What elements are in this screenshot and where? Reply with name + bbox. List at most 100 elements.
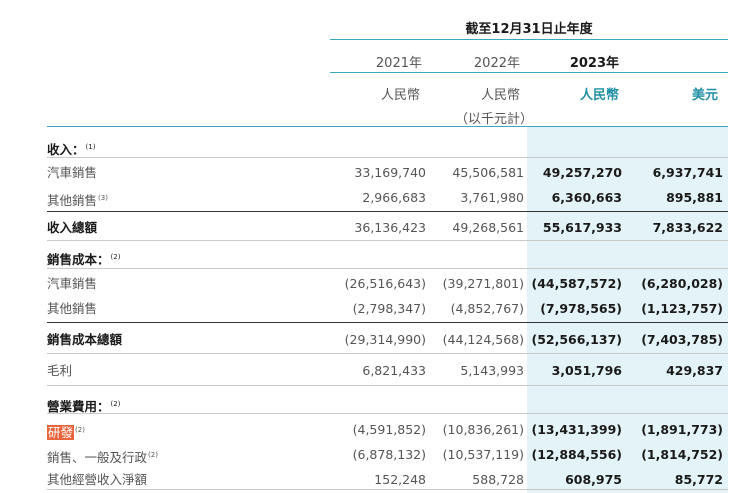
value-cell: 895,881 — [666, 190, 723, 205]
section-header-row: 銷售成本：(2) — [0, 246, 750, 268]
table-row: 汽車銷售 33,169,740 45,506,581 49,257,270 6,937,… — [0, 162, 750, 184]
value-cell: (12,884,556) — [531, 447, 622, 462]
table-top-rule — [47, 126, 728, 127]
value-cell: (4,852,767) — [450, 301, 524, 316]
value-cell: (6,878,132) — [352, 447, 426, 462]
row-label-text: 其他銷售 — [47, 193, 98, 208]
section-rule — [47, 240, 728, 241]
value-cell: (4,591,852) — [352, 422, 426, 437]
year-2023: 2023年 — [569, 56, 619, 71]
row-label-text: 銷售成本總額 — [47, 332, 123, 347]
table-row: 研發 (2) (4,591,852) (10,836,261) (13,431,399)… — [0, 419, 750, 441]
table-row: 毛利 6,821,433 5,143,993 3,051,796 429,837 — [0, 360, 750, 382]
value-cell: 3,761,980 — [460, 190, 524, 205]
footnote-marker: (1) — [85, 143, 96, 151]
row-label-text: 銷售成本： — [47, 252, 110, 267]
footnote-marker: (2) — [75, 426, 85, 434]
currency-2021: 人民幣 — [380, 88, 420, 103]
table-row: 其他經營收入淨額 152,248 588,728 608,975 85,772 — [0, 469, 750, 491]
value-cell: 55,617,933 — [542, 220, 622, 235]
row-label: 營業費用：(2) — [47, 393, 120, 418]
row-label-text: 收入總額 — [47, 220, 98, 235]
row-label: 其他銷售 — [47, 298, 97, 320]
period-underline — [330, 39, 728, 40]
footnote-marker: (2) — [148, 451, 158, 459]
row-label: 銷售成本總額 — [47, 329, 122, 351]
period-header: 截至12月31日止年度 — [465, 22, 593, 37]
row-label-text: 其他銷售 — [47, 301, 98, 316]
row-label-text: 其他經營收入淨額 — [47, 472, 148, 487]
row-label-text: 汽車銷售 — [47, 276, 98, 291]
value-cell: (44,124,568) — [442, 332, 524, 347]
value-cell: 588,728 — [472, 472, 524, 487]
value-cell: 45,506,581 — [452, 165, 524, 180]
table-row: 銷售、一般及行政(2) (6,878,132) (10,537,119) (12,88… — [0, 444, 750, 466]
value-cell: (6,280,028) — [641, 276, 723, 291]
section-rule — [47, 413, 728, 414]
table-row: 其他銷售(3) 2,966,683 3,761,980 6,360,663 895,88… — [0, 187, 750, 209]
total-row: 收入總額 36,136,423 49,268,561 55,617,933 7,833,… — [0, 217, 750, 239]
section-header-row: 營業費用：(2) — [0, 393, 750, 415]
value-cell: 6,821,433 — [362, 363, 426, 378]
value-cell: (7,403,785) — [641, 332, 723, 347]
section-rule — [47, 489, 728, 490]
section-header-row: 收入：(1) — [0, 136, 750, 158]
row-label: 銷售、一般及行政(2) — [47, 444, 158, 469]
table-row: 其他銷售 (2,798,347) (4,852,767) (7,978,565) (1,… — [0, 298, 750, 320]
value-cell: (44,587,572) — [531, 276, 622, 291]
subtotal-rule — [47, 322, 728, 323]
row-label-text: 毛利 — [47, 363, 73, 378]
value-cell: 152,248 — [374, 472, 426, 487]
value-cell: (2,798,347) — [352, 301, 426, 316]
value-cell: 6,360,663 — [551, 190, 622, 205]
row-label: 毛利 — [47, 360, 72, 382]
value-cell: 6,937,741 — [652, 165, 723, 180]
value-cell: 85,772 — [674, 472, 723, 487]
footnote-marker: (2) — [110, 400, 121, 408]
value-cell: (1,891,773) — [641, 422, 723, 437]
value-cell: (52,566,137) — [531, 332, 622, 347]
highlighted-label-text: 研發 — [47, 425, 75, 440]
currency-2022: 人民幣 — [480, 88, 520, 103]
value-cell: 5,143,993 — [460, 363, 524, 378]
footnote-marker: (3) — [98, 194, 108, 202]
row-label: 汽車銷售 — [47, 273, 97, 295]
value-cell: 49,257,270 — [542, 165, 622, 180]
section-rule — [47, 157, 728, 158]
value-cell: (1,123,757) — [641, 301, 723, 316]
value-cell: (10,537,119) — [442, 447, 524, 462]
value-cell: (1,814,752) — [641, 447, 723, 462]
year-2021: 2021年 — [375, 56, 422, 71]
year-2022: 2022年 — [473, 56, 520, 71]
currency-2023-rmb: 人民幣 — [579, 88, 619, 103]
row-label: 汽車銷售 — [47, 162, 97, 184]
value-cell: 49,268,561 — [452, 220, 524, 235]
value-cell: (7,978,565) — [540, 301, 622, 316]
total-row: 銷售成本總額 (29,314,990) (44,124,568) (52,566,13… — [0, 329, 750, 351]
value-cell: 36,136,423 — [354, 220, 426, 235]
currency-2023-usd: 美元 — [691, 88, 718, 103]
section-rule — [47, 353, 728, 354]
value-cell: 7,833,622 — [652, 220, 723, 235]
section-rule — [47, 268, 728, 269]
row-label: 研發 (2) — [47, 419, 85, 444]
value-cell: 2,966,683 — [362, 190, 426, 205]
row-label-text: 營業費用： — [47, 399, 110, 414]
row-label: 其他銷售(3) — [47, 187, 108, 212]
value-cell: 33,169,740 — [354, 165, 426, 180]
value-cell: (29,314,990) — [344, 332, 426, 347]
value-cell: (10,836,261) — [442, 422, 524, 437]
section-rule — [47, 385, 728, 386]
footnote-marker: (2) — [110, 253, 121, 261]
row-label-text: 收入： — [47, 142, 85, 157]
value-cell: (26,516,643) — [344, 276, 426, 291]
row-label-text: 銷售、一般及行政 — [47, 450, 148, 465]
table-row: 汽車銷售 (26,516,643) (39,271,801) (44,587,572)… — [0, 273, 750, 295]
value-cell: 3,051,796 — [551, 363, 622, 378]
row-label-text: 汽車銷售 — [47, 165, 98, 180]
value-cell: (13,431,399) — [531, 422, 622, 437]
subtotal-rule — [47, 211, 728, 212]
value-cell: (39,271,801) — [442, 276, 524, 291]
row-label: 其他經營收入淨額 — [47, 469, 147, 491]
row-label: 收入總額 — [47, 217, 97, 239]
